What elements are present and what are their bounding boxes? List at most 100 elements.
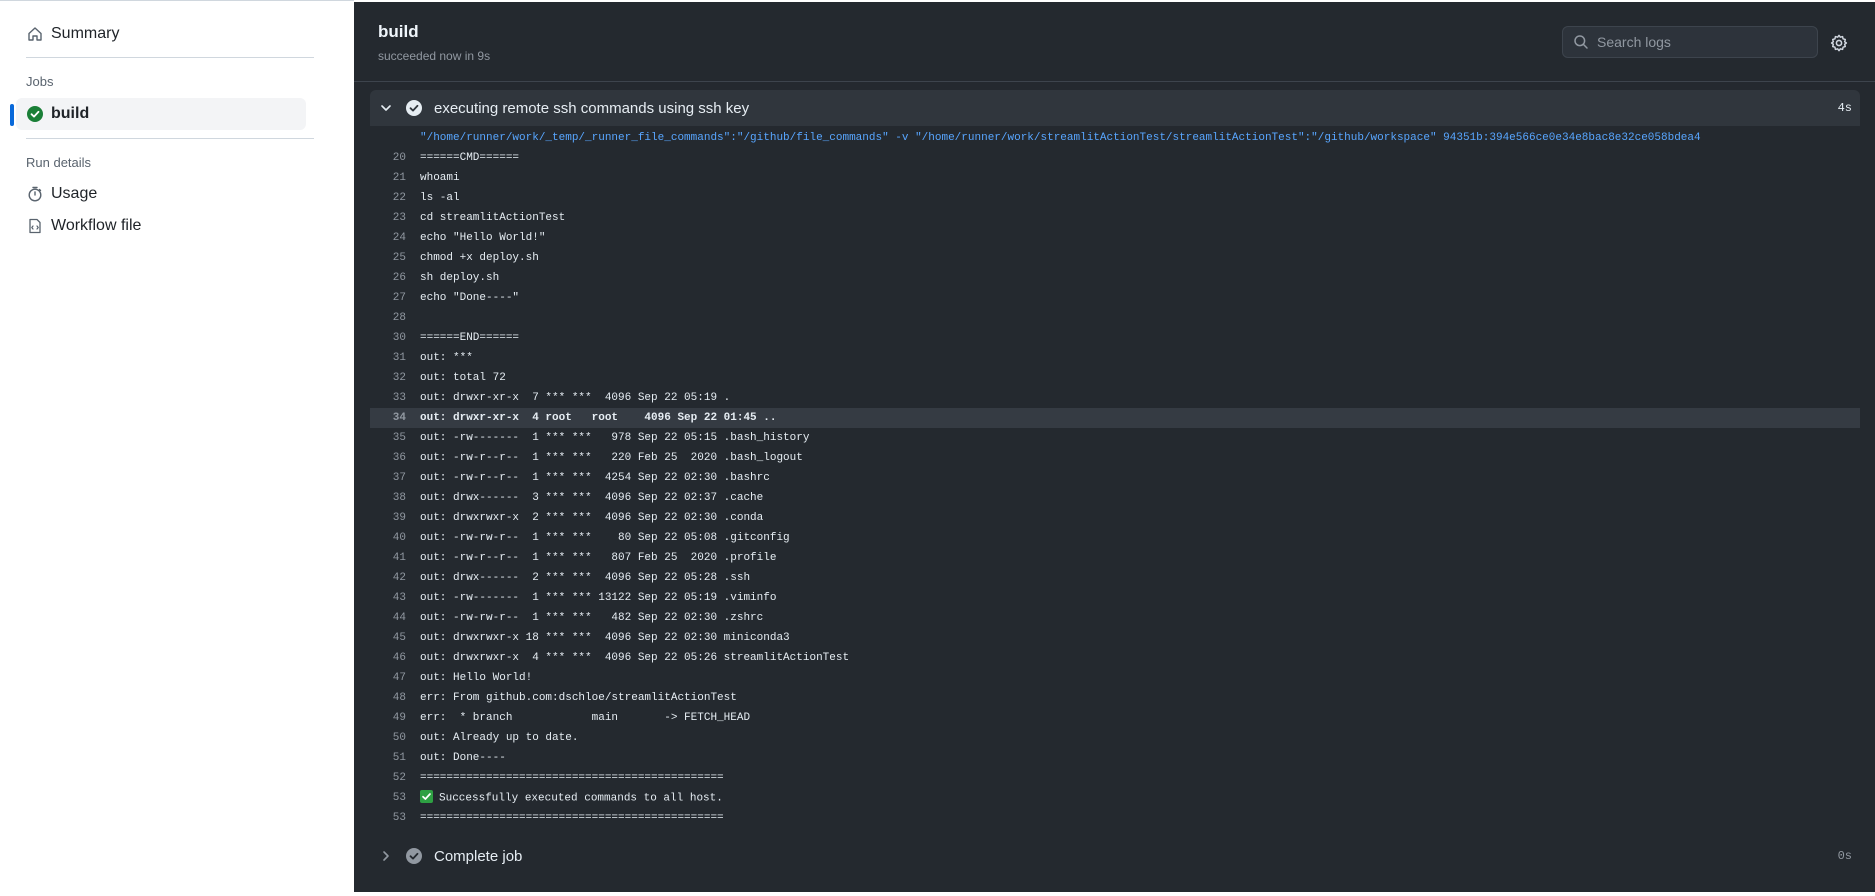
- sidebar-item-build[interactable]: build: [10, 98, 306, 130]
- log-line: 43 out: -rw------- 1 *** *** 13122 Sep 22…: [370, 588, 1860, 608]
- log-line: 20 ======CMD======: [370, 148, 1860, 168]
- log-text: cd streamlitActionTest: [420, 212, 566, 224]
- log-text: out: -rw-r--r-- 1 *** *** 807 Feb 25 202…: [420, 552, 777, 564]
- line-number[interactable]: 41: [370, 552, 420, 564]
- log-line: 27 echo "Done----": [370, 288, 1860, 308]
- log-text: out: drwx------ 3 *** *** 4096 Sep 22 02…: [420, 492, 764, 504]
- log-text: out: drwxr-xr-x 4 root root 4096 Sep 22 …: [420, 412, 777, 424]
- line-number[interactable]: 25: [370, 252, 420, 264]
- sidebar-item-usage[interactable]: Usage: [16, 178, 306, 210]
- log-line: 23 cd streamlitActionTest: [370, 208, 1860, 228]
- sidebar-item-summary[interactable]: Summary: [16, 18, 306, 50]
- log-text: out: Already up to date.: [420, 732, 579, 744]
- sidebar-item-label: Workflow file: [51, 217, 142, 234]
- log-line: 41 out: -rw-r--r-- 1 *** *** 807 Feb 25 2…: [370, 548, 1860, 568]
- line-number[interactable]: 27: [370, 292, 420, 304]
- log-line: 49 err: * branch main -> FETCH_HEAD: [370, 708, 1860, 728]
- log-line: 22 ls -al: [370, 188, 1860, 208]
- line-number[interactable]: 23: [370, 212, 420, 224]
- line-number[interactable]: 52: [370, 772, 420, 784]
- line-number[interactable]: 53: [370, 792, 420, 804]
- log-line: 52 ======================================…: [370, 768, 1860, 788]
- log-text: ls -al: [420, 192, 460, 204]
- log-text: out: -rw-rw-r-- 1 *** *** 80 Sep 22 05:0…: [420, 532, 790, 544]
- line-number[interactable]: 47: [370, 672, 420, 684]
- line-number[interactable]: 46: [370, 652, 420, 664]
- jobs-heading: Jobs: [26, 74, 54, 89]
- line-number[interactable]: 44: [370, 612, 420, 624]
- step-label: Complete job: [434, 847, 523, 865]
- run-details-heading: Run details: [26, 155, 92, 170]
- search-logs-box[interactable]: [1562, 26, 1818, 58]
- line-number[interactable]: 37: [370, 472, 420, 484]
- sidebar: Summary Jobs build Run details Usage Wor…: [0, 0, 354, 896]
- log-text: out: -rw-r--r-- 1 *** *** 220 Feb 25 202…: [420, 452, 803, 464]
- search-logs-input[interactable]: [1597, 34, 1797, 50]
- home-icon: [25, 24, 45, 44]
- log-text: "/home/runner/work/_temp/_runner_file_co…: [420, 132, 1701, 144]
- line-number[interactable]: 31: [370, 352, 420, 364]
- log-line: 38 out: drwx------ 3 *** *** 4096 Sep 22 …: [370, 488, 1860, 508]
- log-line: 48 err: From github.com:dschloe/streamlit…: [370, 688, 1860, 708]
- log-line: "/home/runner/work/_temp/_runner_file_co…: [370, 128, 1860, 148]
- job-log-panel: build succeeded now in 9s executing remo…: [354, 2, 1875, 892]
- line-number[interactable]: 30: [370, 332, 420, 344]
- line-number[interactable]: 51: [370, 752, 420, 764]
- log-line: 39 out: drwxrwxr-x 2 *** *** 4096 Sep 22 …: [370, 508, 1860, 528]
- line-number[interactable]: 21: [370, 172, 420, 184]
- log-text: ========================================…: [420, 812, 724, 824]
- line-number[interactable]: 20: [370, 152, 420, 164]
- line-number[interactable]: 50: [370, 732, 420, 744]
- step-complete-job[interactable]: Complete job 0s: [370, 838, 1860, 874]
- line-number[interactable]: 32: [370, 372, 420, 384]
- line-number[interactable]: 43: [370, 592, 420, 604]
- log-line: 32 out: total 72: [370, 368, 1860, 388]
- line-number[interactable]: 28: [370, 312, 420, 324]
- line-number[interactable]: 49: [370, 712, 420, 724]
- log-line: 47 out: Hello World!: [370, 668, 1860, 688]
- log-text: err: From github.com:dschloe/streamlitAc…: [420, 692, 737, 704]
- chevron-right-icon: [378, 848, 394, 864]
- log-text: out: drwx------ 2 *** *** 4096 Sep 22 05…: [420, 572, 751, 584]
- log-text: out: -rw------- 1 *** *** 978 Sep 22 05:…: [420, 432, 810, 444]
- line-number[interactable]: 38: [370, 492, 420, 504]
- log-text: echo "Done----": [420, 292, 520, 304]
- log-text: ======CMD======: [420, 152, 520, 164]
- log-line: 28: [370, 308, 1860, 328]
- log-line: 36 out: -rw-r--r-- 1 *** *** 220 Feb 25 2…: [370, 448, 1860, 468]
- step-duration: 0s: [1837, 849, 1852, 863]
- log-line: 45 out: drwxrwxr-x 18 *** *** 4096 Sep 22…: [370, 628, 1860, 648]
- log-line: 30 ======END======: [370, 328, 1860, 348]
- divider: [26, 138, 314, 139]
- line-number[interactable]: 33: [370, 392, 420, 404]
- step-label: executing remote ssh commands using ssh …: [434, 99, 750, 117]
- log-line: 53 Successfully executed commands to all …: [370, 788, 1860, 808]
- line-number[interactable]: 24: [370, 232, 420, 244]
- line-number[interactable]: 48: [370, 692, 420, 704]
- log-text: out: Hello World!: [420, 672, 533, 684]
- log-line: 31 out: ***: [370, 348, 1860, 368]
- line-number[interactable]: 26: [370, 272, 420, 284]
- sidebar-item-workflow-file[interactable]: Workflow file: [16, 210, 306, 242]
- log-text: out: total 72: [420, 372, 506, 384]
- log-text: out: -rw------- 1 *** *** 13122 Sep 22 0…: [420, 592, 777, 604]
- line-number[interactable]: 35: [370, 432, 420, 444]
- job-header: build succeeded now in 9s: [354, 2, 1875, 82]
- line-number[interactable]: 34: [370, 412, 420, 424]
- line-number[interactable]: 40: [370, 532, 420, 544]
- log-line: 46 out: drwxrwxr-x 4 *** *** 4096 Sep 22 …: [370, 648, 1860, 668]
- line-number[interactable]: 22: [370, 192, 420, 204]
- log-line: 50 out: Already up to date.: [370, 728, 1860, 748]
- line-number[interactable]: 36: [370, 452, 420, 464]
- sidebar-item-label: Usage: [51, 185, 98, 202]
- log-line: 40 out: -rw-rw-r-- 1 *** *** 80 Sep 22 05…: [370, 528, 1860, 548]
- line-number[interactable]: 45: [370, 632, 420, 644]
- check-box-icon: [420, 790, 433, 804]
- line-number[interactable]: 42: [370, 572, 420, 584]
- log-line: 26 sh deploy.sh: [370, 268, 1860, 288]
- step-ssh-commands[interactable]: executing remote ssh commands using ssh …: [370, 90, 1860, 126]
- gear-icon[interactable]: [1830, 34, 1848, 52]
- check-circle-icon: [406, 100, 422, 116]
- line-number[interactable]: 53: [370, 812, 420, 824]
- line-number[interactable]: 39: [370, 512, 420, 524]
